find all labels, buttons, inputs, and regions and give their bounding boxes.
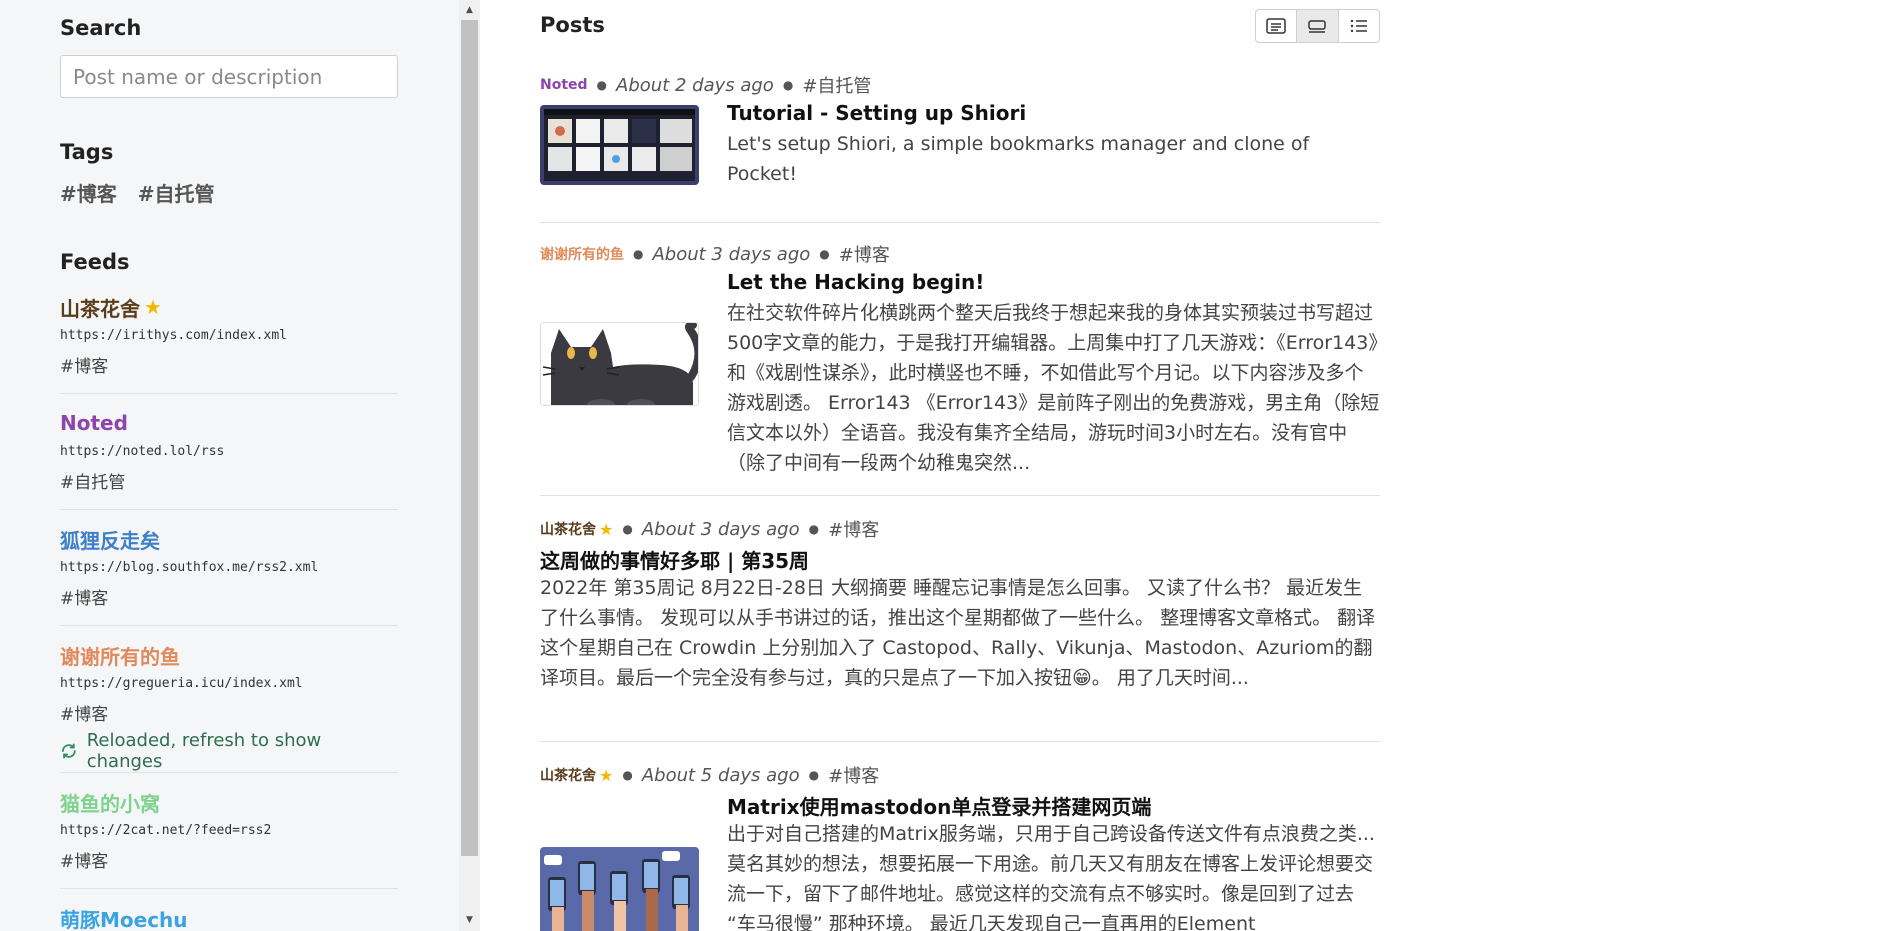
post-item[interactable]: 谢谢所有的鱼 ● About 3 days ago ● #博客 Let the … (540, 242, 1380, 490)
feed-url: https://gregueria.icu/index.xml (60, 676, 303, 691)
post-thumbnail[interactable] (540, 322, 699, 406)
separator-dot: ● (596, 78, 608, 92)
shiori-screenshot-image (540, 105, 699, 185)
divider (540, 222, 1380, 223)
feed-url: https://irithys.com/index.xml (60, 328, 287, 343)
divider (60, 509, 398, 510)
divider (60, 888, 398, 889)
post-description: 在社交软件碎片化横跳两个整天后我终于想起来我的身体其实预装过书写超过500字文章… (727, 302, 1380, 474)
posts-heading: Posts (540, 13, 605, 37)
post-item[interactable]: Noted ● About 2 days ago ● #自托管 Tutorial… (540, 73, 1380, 221)
post-title[interactable]: Tutorial - Setting up Shiori (727, 101, 1380, 129)
feed-item[interactable]: 狐狸反走矣 https://blog.southfox.me/rss2.xml … (60, 525, 398, 610)
post-tag[interactable]: #博客 (828, 516, 879, 542)
divider (60, 772, 398, 773)
post-description: 2022年 第35周记 8月22日-28日 大纲摘要 睡醒忘记事情是怎么回事。 … (540, 577, 1376, 689)
reload-status-text: Reloaded, refresh to show changes (86, 730, 322, 772)
post-title[interactable]: Matrix使用mastodon单点登录并搭建网页端 (727, 791, 1380, 819)
divider (60, 393, 398, 394)
star-icon: ★ (599, 519, 614, 539)
post-feed-name[interactable]: 谢谢所有的鱼 (540, 244, 624, 264)
post-tag[interactable]: #博客 (839, 241, 890, 267)
search-heading: Search (60, 16, 142, 40)
refresh-icon (62, 743, 76, 759)
post-title[interactable]: Let the Hacking begin! (727, 270, 1380, 298)
divider (540, 495, 1380, 496)
tag-blog[interactable]: #博客 (60, 182, 117, 206)
feed-item[interactable]: 山茶花舍 ★ https://irithys.com/index.xml #博客 (60, 293, 398, 377)
separator-dot: ● (622, 522, 633, 536)
compact-view-button[interactable] (1297, 10, 1339, 42)
reload-status: Reloaded, refresh to show changes (60, 730, 398, 772)
sidebar: Search Tags #博客 #自托管 Feeds 山茶花舍 ★ https:… (0, 0, 480, 931)
post-title[interactable]: 这周做的事情好多耶 | 第35周 (540, 545, 1380, 573)
feed-tag[interactable]: #博客 (60, 847, 398, 872)
post-meta: 谢谢所有的鱼 ● About 3 days ago ● #博客 (540, 241, 1380, 267)
star-icon: ★ (144, 295, 162, 319)
feed-url: https://2cat.net/?feed=rss2 (60, 823, 272, 838)
post-item[interactable]: 山茶花舍 ★ ● About 3 days ago ● #博客 这周做的事情好多… (540, 517, 1380, 755)
feed-item[interactable]: 猫鱼的小窝 https://2cat.net/?feed=rss2 #博客 (60, 788, 398, 873)
feed-item[interactable]: 谢谢所有的鱼 https://gregueria.icu/index.xml #… (60, 641, 398, 773)
feeds-heading: Feeds (60, 250, 130, 274)
post-meta: 山茶花舍 ★ ● About 3 days ago ● #博客 (540, 516, 1380, 542)
post-description: Let's setup Shiori, a simple bookmarks m… (727, 133, 1310, 185)
separator-dot: ● (622, 768, 633, 782)
tags-list: #博客 #自托管 (60, 178, 229, 207)
post-meta: 山茶花舍 ★ ● About 5 days ago ● #博客 (540, 762, 1380, 788)
tags-heading: Tags (60, 140, 114, 164)
feed-name[interactable]: 萌豚Moechu (60, 904, 188, 931)
post-time: About 5 days ago (641, 764, 800, 786)
feed-item[interactable]: 萌豚Moechu (60, 904, 398, 931)
divider (60, 625, 398, 626)
feed-tag[interactable]: #博客 (60, 700, 398, 725)
list-view-button[interactable] (1339, 10, 1379, 42)
sidebar-scrollbar[interactable]: ▲ ▼ (459, 0, 480, 931)
separator-dot: ● (819, 247, 830, 261)
separator-dot: ● (782, 78, 794, 92)
post-description: 出于对自己搭建的Matrix服务端，只用于自己跨设备传送文件有点浪费之类...莫… (727, 823, 1375, 931)
feed-name[interactable]: 猫鱼的小窝 (60, 788, 160, 817)
post-meta: Noted ● About 2 days ago ● #自托管 (540, 72, 1380, 98)
black-cat-image (541, 323, 698, 405)
star-icon: ★ (599, 765, 614, 785)
feed-name[interactable]: 山茶花舍 (60, 293, 140, 322)
divider (540, 741, 1380, 742)
feed-item[interactable]: Noted https://noted.lol/rss #自托管 (60, 409, 398, 493)
post-tag[interactable]: #博客 (828, 762, 879, 788)
feed-tag[interactable]: #博客 (60, 352, 398, 377)
post-feed-name[interactable]: 山茶花舍 (540, 765, 596, 785)
feed-name[interactable]: Noted (60, 411, 128, 435)
post-time: About 2 days ago (616, 74, 774, 96)
feed-name[interactable]: 狐狸反走矣 (60, 525, 160, 554)
compact-view-icon (1308, 20, 1327, 33)
post-thumbnail[interactable] (540, 847, 699, 931)
separator-dot: ● (808, 522, 820, 536)
scroll-down-arrow-icon[interactable]: ▼ (459, 912, 480, 929)
separator-dot: ● (808, 768, 820, 782)
posts-panel: Posts Noted ● About 2 days ago ● #自托管 Tu… (540, 0, 1380, 931)
feed-tag[interactable]: #博客 (60, 584, 398, 609)
feed-name[interactable]: 谢谢所有的鱼 (60, 641, 180, 670)
separator-dot: ● (633, 247, 644, 261)
card-view-button[interactable] (1256, 10, 1298, 42)
scroll-thumb[interactable] (461, 20, 478, 856)
post-feed-name[interactable]: Noted (540, 77, 588, 93)
search-input[interactable] (60, 55, 398, 98)
list-view-icon (1350, 19, 1367, 33)
post-feed-name[interactable]: 山茶花舍 (540, 519, 596, 539)
feed-tag[interactable]: #自托管 (60, 468, 398, 493)
phones-illustration-image (540, 847, 699, 931)
post-thumbnail[interactable] (540, 105, 699, 185)
post-tag[interactable]: #自托管 (802, 72, 871, 98)
post-time: About 3 days ago (652, 243, 811, 265)
scroll-up-arrow-icon[interactable]: ▲ (459, 2, 480, 19)
feed-url: https://blog.southfox.me/rss2.xml (60, 560, 319, 575)
tag-selfhosted[interactable]: #自托管 (138, 182, 215, 206)
post-item[interactable]: 山茶花舍 ★ ● About 5 days ago ● #博客 Matrix使用… (540, 763, 1380, 931)
post-time: About 3 days ago (641, 518, 800, 540)
feed-url: https://noted.lol/rss (60, 444, 225, 459)
view-mode-toggle (1255, 9, 1380, 43)
card-view-icon (1266, 18, 1286, 34)
